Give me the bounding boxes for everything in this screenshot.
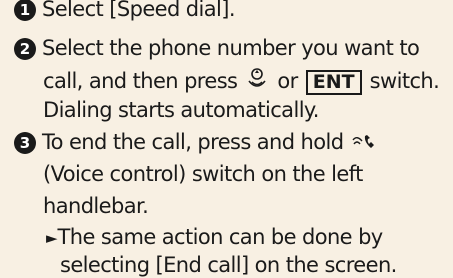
or-text: or xyxy=(277,69,298,93)
note-marker-icon: ► xyxy=(46,229,58,247)
step-number-1: 1 xyxy=(14,0,36,21)
voice-control-icon xyxy=(351,132,377,158)
step-2-line-2a: call, and then press xyxy=(43,69,238,93)
step-number-2: 2 xyxy=(14,38,36,60)
step-2-line-2: call, and then press or ENT switch. xyxy=(43,67,440,97)
joystick-press-icon xyxy=(245,67,269,97)
step-3-line-1: To end the call, press and hold xyxy=(42,130,344,154)
step-3-line-2: (Voice control) switch on the left xyxy=(43,162,363,186)
step-3-line-3: handlebar. xyxy=(43,194,149,218)
note: ►The same action can be done by xyxy=(46,224,383,251)
ent-switch-label: ENT xyxy=(305,70,362,95)
step-2-line-2b: switch. xyxy=(369,69,440,93)
step-2-line-3: Dialing starts automatically. xyxy=(43,98,319,122)
step-2-line-1: Select the phone number you want to xyxy=(42,36,420,60)
step-2: 2 Select the phone number you want to xyxy=(14,35,420,61)
step-1-text: Select [Speed dial]. xyxy=(42,0,236,21)
note-line-1: The same action can be done by xyxy=(57,225,384,249)
step-3: 3 To end the call, press and hold xyxy=(14,129,385,158)
note-line-2: selecting [End call] on the screen. xyxy=(60,253,397,277)
step-1: 1 Select [Speed dial]. xyxy=(14,0,236,22)
step-number-3: 3 xyxy=(14,132,36,154)
